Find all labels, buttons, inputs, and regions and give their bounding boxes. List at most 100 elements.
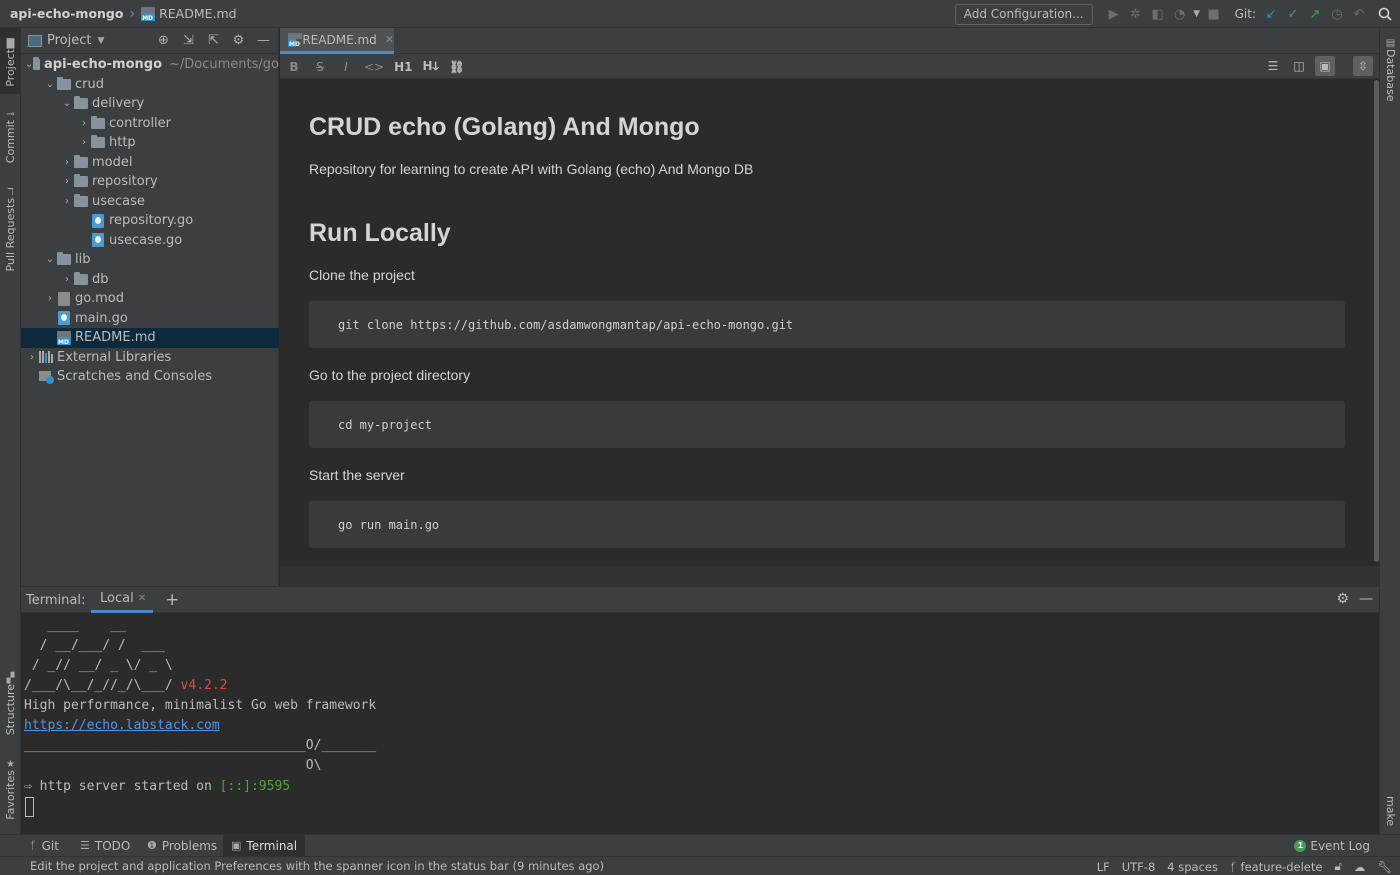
status-message[interactable]: Edit the project and application Prefere… <box>30 859 604 873</box>
expand-all-icon[interactable]: ⇲ <box>180 32 197 49</box>
tool-window-terminal[interactable]: ▣ Terminal <box>223 835 306 856</box>
git-rollback-icon[interactable]: ↶ <box>1348 3 1370 25</box>
gear-icon[interactable]: ⚙ <box>1336 591 1349 607</box>
git-history-icon[interactable]: ◷ <box>1326 3 1348 25</box>
tool-tab-pull-requests[interactable]: ℸ Pull Requests <box>0 184 21 276</box>
tree-item-db[interactable]: › db <box>21 270 279 290</box>
tree-item-root[interactable]: ⌄ api-echo-mongo ~/Documents/go <box>21 55 279 75</box>
tree-item-http[interactable]: › http <box>21 133 279 153</box>
coverage-icon[interactable]: ◧ <box>1147 3 1169 25</box>
preview-scrollbar[interactable] <box>1374 80 1379 566</box>
lock-icon[interactable]: 🔓︎ <box>1334 859 1341 874</box>
tool-tab-database[interactable]: ▤ Database <box>1380 38 1400 102</box>
terminal-output[interactable]: ____ __ / __/___/ / ___ / _// __/ _ \/ _… <box>21 613 1366 834</box>
spanner-icon[interactable]: 🔧︎ <box>1377 860 1392 874</box>
close-icon[interactable]: ✕ <box>138 593 146 604</box>
gear-icon[interactable]: ⚙ <box>230 32 247 49</box>
chevron-down-icon[interactable]: ⌄ <box>25 59 33 70</box>
tool-tab-structure[interactable]: ▞ Structure <box>0 670 21 738</box>
chevron-right-icon[interactable]: › <box>77 118 91 129</box>
close-icon[interactable]: ✕ <box>385 33 394 46</box>
new-terminal-tab-icon[interactable]: + <box>165 590 179 610</box>
tree-item-model[interactable]: › model <box>21 153 279 173</box>
tool-tab-make[interactable]: make <box>1380 796 1400 826</box>
tree-item-main-go[interactable]: main.go <box>21 309 279 329</box>
chevron-right-icon[interactable]: › <box>60 176 74 187</box>
scrollbar-thumb[interactable] <box>1374 80 1379 562</box>
chevron-right-icon[interactable]: › <box>43 293 57 304</box>
tree-item-lib[interactable]: ⌄ lib <box>21 250 279 270</box>
status-bar: Edit the project and application Prefere… <box>0 856 1400 875</box>
locate-file-icon[interactable]: ⊕ <box>155 32 172 49</box>
project-view-selector[interactable]: Project <box>47 33 91 48</box>
tree-item-controller[interactable]: › controller <box>21 114 279 134</box>
tab-readme[interactable]: README.md ✕ <box>280 28 394 54</box>
indent-widget[interactable]: 4 spaces <box>1167 860 1218 874</box>
chevron-right-icon[interactable]: › <box>77 137 91 148</box>
hide-panel-icon[interactable]: — <box>1359 591 1373 607</box>
profile-icon[interactable]: ◔ <box>1169 3 1191 25</box>
tree-item-repository[interactable]: › repository <box>21 172 279 192</box>
chevron-down-icon[interactable]: ⌄ <box>60 98 74 109</box>
editor-and-preview-icon[interactable]: ◫ <box>1289 56 1309 76</box>
terminal-tab-local[interactable]: Local ✕ <box>91 587 153 613</box>
chevron-right-icon[interactable]: › <box>60 196 74 207</box>
strikethrough-button[interactable]: S <box>312 60 328 74</box>
code-button[interactable]: <> <box>364 60 384 74</box>
run-icon[interactable]: ▶ <box>1103 3 1125 25</box>
tool-tab-project[interactable]: ▇ Project <box>0 28 21 94</box>
more-run-chevron-icon[interactable]: ▼ <box>1191 3 1203 25</box>
chevron-right-icon[interactable]: › <box>25 352 39 363</box>
add-configuration-button[interactable]: Add Configuration... <box>954 3 1093 25</box>
event-log-button[interactable]: 1 Event Log <box>1294 835 1370 856</box>
event-count-badge: 1 <box>1294 839 1307 852</box>
tool-tab-favorites[interactable]: ★ Favorites <box>0 756 21 826</box>
chevron-right-icon[interactable]: › <box>60 274 74 285</box>
tree-item-readme[interactable]: README.md <box>21 328 279 348</box>
tree-item-go-mod[interactable]: › go.mod <box>21 289 279 309</box>
tree-item-external-libraries[interactable]: › External Libraries <box>21 348 279 368</box>
line-separator-widget[interactable]: LF <box>1097 860 1110 874</box>
sync-scroll-icon[interactable]: ⇳ <box>1353 56 1373 76</box>
breadcrumb-project[interactable]: api-echo-mongo <box>10 6 123 21</box>
terminal-rule: ____________________________________O/__… <box>24 738 377 753</box>
tool-window-todo[interactable]: ☰ TODO <box>72 835 138 856</box>
tree-item-delivery[interactable]: ⌄ delivery <box>21 94 279 114</box>
breadcrumb-file[interactable]: README.md <box>159 6 237 21</box>
tool-tab-commit[interactable]: ⊸ Commit <box>0 106 21 168</box>
git-update-icon[interactable]: ↙ <box>1260 3 1282 25</box>
tree-item-usecase[interactable]: › usecase <box>21 192 279 212</box>
tool-window-problems[interactable]: ❶ Problems <box>139 835 225 856</box>
encoding-widget[interactable]: UTF-8 <box>1122 860 1156 874</box>
chevron-down-icon[interactable]: ⌄ <box>43 79 57 90</box>
tree-item-scratches[interactable]: Scratches and Consoles <box>21 367 279 387</box>
git-branch-widget[interactable]: ᚶ feature-delete <box>1230 860 1322 874</box>
stop-icon[interactable]: ■ <box>1203 3 1225 25</box>
chevron-down-icon[interactable]: ▼ <box>97 36 104 46</box>
terminal-scrollbar[interactable] <box>1366 613 1379 834</box>
git-push-icon[interactable]: ↗ <box>1304 3 1326 25</box>
list-icon: ☰ <box>80 839 90 852</box>
chevron-right-icon[interactable]: › <box>60 157 74 168</box>
header-level-button[interactable]: H1 <box>394 60 412 74</box>
breadcrumb-separator-icon: › <box>129 5 136 22</box>
debug-icon[interactable]: ✲ <box>1125 3 1147 25</box>
chevron-down-icon[interactable]: ⌄ <box>43 254 57 265</box>
preview-only-icon[interactable]: ▣ <box>1315 56 1335 76</box>
git-commit-icon[interactable]: ✓ <box>1282 3 1304 25</box>
change-heading-button[interactable]: Hↆ <box>423 59 439 74</box>
terminal-ascii-line: ____ __ <box>24 618 126 633</box>
italic-button[interactable]: I <box>338 60 354 74</box>
search-everywhere-icon[interactable] <box>1374 3 1396 25</box>
tool-window-git[interactable]: ᚶ Git <box>22 835 67 856</box>
bold-button[interactable]: B <box>286 60 302 74</box>
tree-item-crud[interactable]: ⌄ crud <box>21 75 279 95</box>
tree-item-usecase-go[interactable]: usecase.go <box>21 231 279 251</box>
tree-item-repository-go[interactable]: repository.go <box>21 211 279 231</box>
echo-url-link[interactable]: https://echo.labstack.com <box>24 718 220 733</box>
cloud-icon[interactable]: ☁ <box>1354 860 1366 874</box>
insert-link-icon[interactable]: ⛓ <box>449 60 465 74</box>
collapse-all-icon[interactable]: ⇱ <box>205 32 222 49</box>
hide-panel-icon[interactable]: — <box>255 32 272 49</box>
editor-only-icon[interactable]: ☰ <box>1263 56 1283 76</box>
